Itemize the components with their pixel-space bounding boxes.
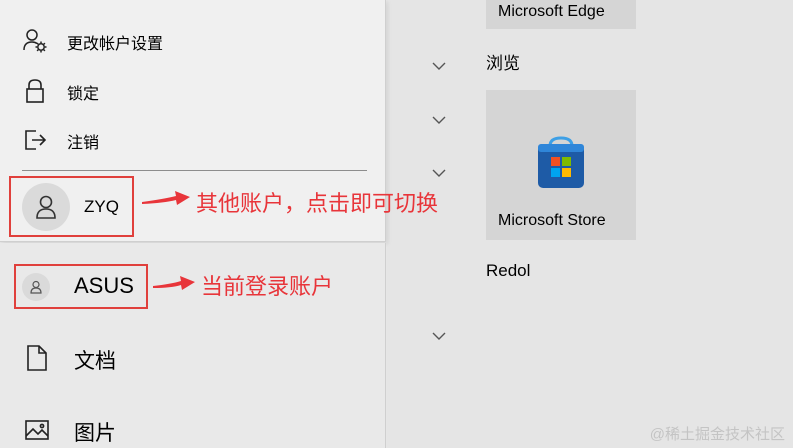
lock-item[interactable]: 锁定: [10, 68, 370, 112]
chevron-down-icon[interactable]: [432, 62, 448, 72]
change-account-settings-item[interactable]: 更改帐户设置: [10, 18, 370, 62]
tile-label: Microsoft Edge: [498, 3, 605, 20]
highlight-box: [9, 176, 134, 237]
chevron-down-icon[interactable]: [432, 169, 448, 179]
menu-item-label: 锁定: [67, 86, 100, 103]
lock-icon: [22, 78, 48, 104]
menu-item-label: 注销: [67, 135, 100, 152]
person-gear-icon: [22, 28, 48, 54]
other-account-annotation: 其他账户，点击即可切换: [196, 191, 439, 216]
chevron-down-icon[interactable]: [432, 332, 448, 342]
group-label-redol: Redol: [486, 261, 531, 280]
start-nav-pane: ASUS 当前登录账户 文档 图片: [0, 243, 386, 448]
watermark-text: @稀土掘金技术社区: [649, 426, 785, 443]
microsoft-store-icon: [534, 134, 588, 190]
current-account-annotation: 当前登录账户: [201, 274, 334, 299]
nav-item-label: 文档: [74, 350, 116, 373]
group-label-browse: 浏览: [486, 54, 520, 73]
document-icon: [24, 344, 50, 372]
sign-out-item[interactable]: 注销: [10, 117, 370, 161]
sign-out-icon: [22, 127, 48, 153]
annotation-arrow: [153, 276, 195, 290]
nav-item-pictures[interactable]: 图片: [10, 406, 370, 448]
nav-item-documents[interactable]: 文档: [10, 334, 370, 382]
chevron-down-icon[interactable]: [432, 116, 448, 126]
account-flyout-menu: 更改帐户设置 锁定 注销 ZYQ 其他账户，点击即可切换: [0, 0, 438, 242]
nav-item-label: 图片: [74, 422, 116, 445]
menu-item-label: 更改帐户设置: [67, 36, 164, 53]
menu-divider: [22, 170, 367, 171]
annotation-arrow: [142, 191, 190, 205]
start-tiles-area: Microsoft Edge 浏览 Microsoft Store Redol: [387, 0, 793, 448]
picture-icon: [24, 416, 50, 444]
highlight-box: [14, 264, 148, 309]
tile-label: Microsoft Store: [498, 212, 606, 229]
microsoft-edge-tile[interactable]: Microsoft Edge: [486, 0, 636, 29]
microsoft-store-tile[interactable]: Microsoft Store: [486, 90, 636, 240]
